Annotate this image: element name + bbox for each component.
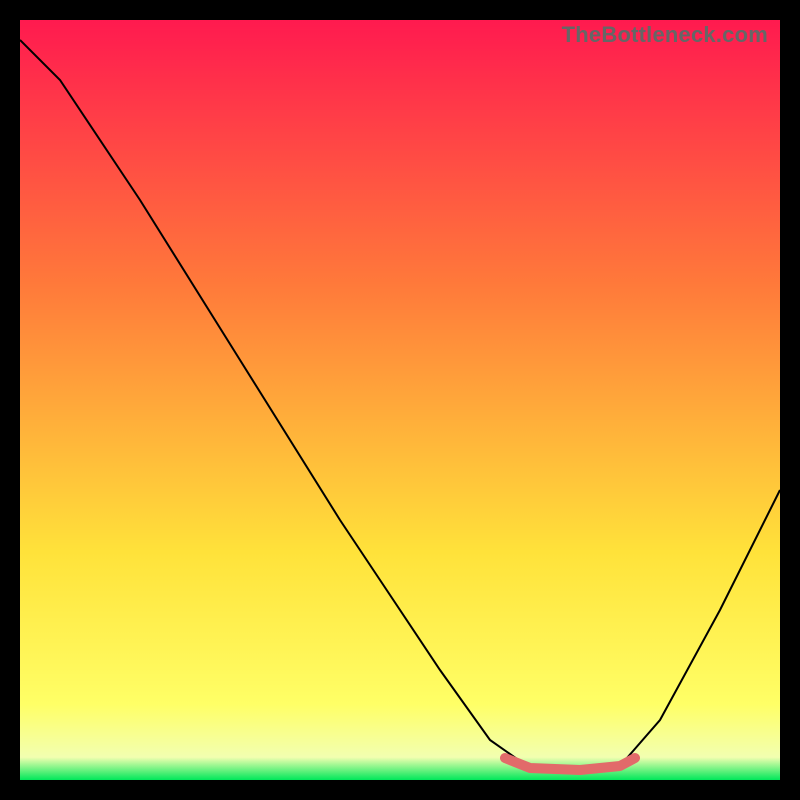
gradient-background xyxy=(20,20,780,780)
bottleneck-chart xyxy=(20,20,780,780)
watermark-text: TheBottleneck.com xyxy=(562,22,768,48)
chart-frame: TheBottleneck.com xyxy=(20,20,780,780)
